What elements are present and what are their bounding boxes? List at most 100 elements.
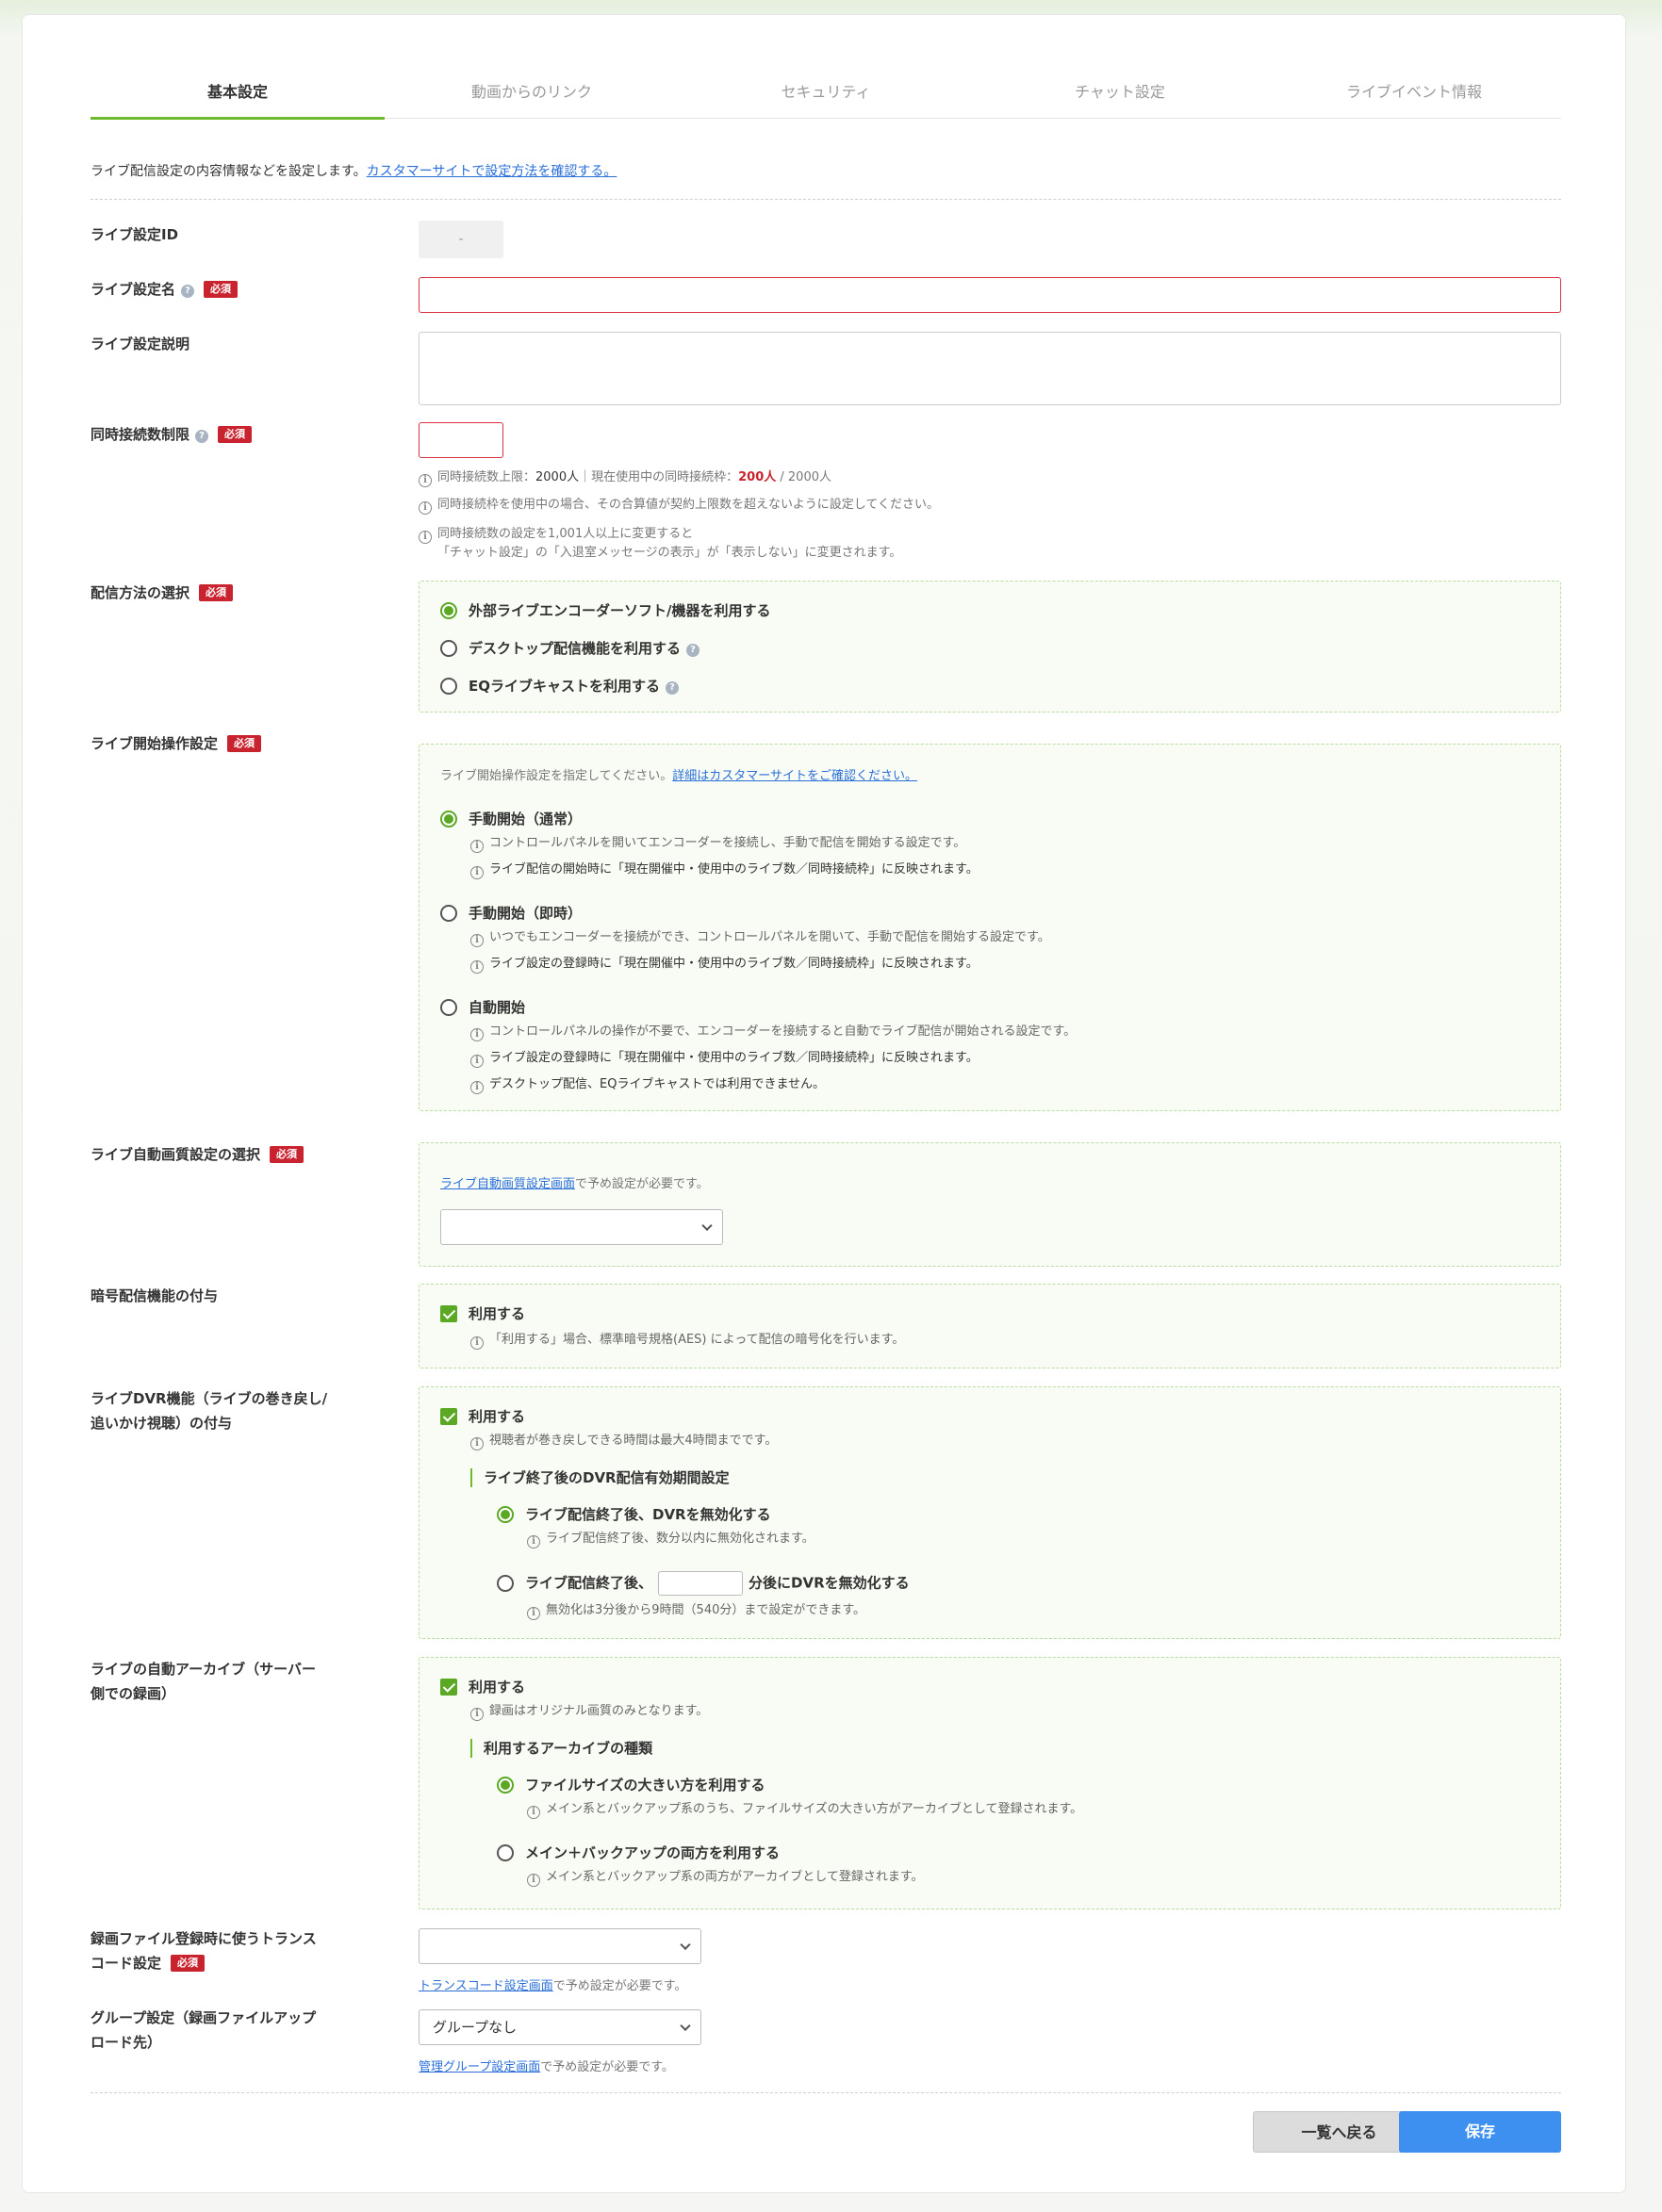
dvr-note: i 視聴者が巻き戻しできる時間は最大4時間までです。 (470, 1433, 777, 1450)
required-badge: 必須 (227, 735, 262, 752)
required-badge: 必須 (218, 426, 253, 443)
customer-site-link[interactable]: 詳細はカスタマーサイトをご確認ください。 (672, 769, 917, 783)
note-text: 無効化は3分後から9時間（540分）まで設定ができます。 (546, 1603, 866, 1617)
group-select[interactable]: グループなし (419, 2009, 701, 2045)
note-text: いつでもエンコーダーを接続ができ、コントロールパネルを開いて、手動で配信を開始す… (489, 930, 1050, 944)
info-icon: i (419, 531, 432, 544)
start-opt3-note2: i ライブ設定の登録時に「現在開催中・使用中のライブ数／同時接続枠」に反映されます… (470, 1050, 979, 1068)
concurrent-input[interactable] (419, 422, 503, 458)
radio-icon[interactable] (497, 1844, 514, 1861)
in-use-value: 200人 (738, 470, 777, 484)
transcode-lead-text: で予め設定が必要です。 (552, 1979, 687, 1993)
option-label: 手動開始（通常） (469, 811, 583, 827)
note-text: ライブ配信終了後、数分以内に無効化されます。 (546, 1532, 815, 1546)
tab-chat[interactable]: チャット設定 (973, 79, 1267, 102)
transcode-settings-link[interactable]: トランスコード設定画面 (419, 1979, 553, 1993)
method-panel: 外部ライブエンコーダーソフト/機器を利用する デスクトップ配信機能を利用する? … (419, 581, 1561, 713)
start-label: ライブ開始操作設定 必須 (91, 731, 262, 756)
start-option-auto[interactable]: 自動開始 (440, 997, 525, 1018)
method-label: 配信方法の選択 必須 (91, 581, 234, 605)
option-label: デスクトップ配信機能を利用する (469, 640, 682, 657)
option-label: EQライブキャストを利用する (469, 678, 660, 695)
method-option-eq[interactable]: EQライブキャストを利用する? (440, 676, 679, 696)
info-icon: i (470, 1336, 484, 1350)
tab-video-link[interactable]: 動画からのリンク (385, 79, 679, 102)
help-icon[interactable]: ? (666, 681, 679, 695)
encrypt-checkbox[interactable]: 利用する (440, 1303, 525, 1324)
radio-icon[interactable] (497, 1574, 514, 1592)
radio-icon[interactable] (440, 640, 457, 657)
group-settings-link[interactable]: 管理グループ設定画面 (419, 2060, 540, 2074)
archive-label: ライブの自動アーカイブ（サーバー 側での録画） (91, 1657, 316, 1706)
archive-checkbox[interactable]: 利用する (440, 1677, 525, 1697)
save-button[interactable]: 保存 (1399, 2111, 1561, 2153)
radio-icon[interactable] (440, 999, 457, 1016)
info-icon: i (470, 1437, 484, 1450)
dvr-option-minutes[interactable]: ライブ配信終了後、 分後にDVRを無効化する (497, 1571, 910, 1596)
encrypt-panel: 利用する i 「利用する」場合、標準暗号規格(AES) によって配信の暗号化を行い… (419, 1284, 1561, 1368)
intro-description: ライブ配信設定の内容情報などを設定します。 (91, 164, 367, 179)
info-icon: i (470, 960, 484, 974)
note-text: ライブ設定の登録時に「現在開催中・使用中のライブ数／同時接続枠」に反映されます。 (489, 957, 979, 971)
option-label: ライブ配信終了後、DVRを無効化する (525, 1506, 771, 1523)
transcode-select[interactable] (419, 1928, 701, 1964)
dvr-checkbox[interactable]: 利用する (440, 1406, 525, 1427)
start-option-manual[interactable]: 手動開始（通常） (440, 809, 582, 829)
archive-panel: 利用する i 録画はオリジナル画質のみとなります。 利用するアーカイブの種類 ファ… (419, 1657, 1561, 1909)
live-name-input[interactable] (419, 277, 1561, 313)
dvr-minutes-input[interactable] (658, 1571, 744, 1596)
note-text: コントロールパネルを開いてエンコーダーを接続し、手動で配信を開始する設定です。 (489, 836, 966, 850)
quality-settings-link[interactable]: ライブ自動画質設定画面 (440, 1177, 575, 1191)
start-opt3-note3: i デスクトップ配信、EQライブキャストでは利用できません。 (470, 1076, 825, 1094)
archive-option-both[interactable]: メイン＋バックアップの両方を利用する (497, 1843, 780, 1863)
start-panel: ライブ開始操作設定を指定してください。詳細はカスタマーサイトをご確認ください。 … (419, 744, 1561, 1111)
radio-selected-icon[interactable] (497, 1777, 514, 1794)
note-text: ライブ設定の登録時に「現在開催中・使用中のライブ数／同時接続枠」に反映されます。 (489, 1051, 979, 1065)
dvr-panel: 利用する i 視聴者が巻き戻しできる時間は最大4時間までです。 ライブ終了後のDV… (419, 1386, 1561, 1639)
quality-select[interactable] (440, 1209, 723, 1245)
required-badge: 必須 (204, 281, 239, 298)
method-label-text: 配信方法の選択 (91, 584, 190, 601)
tab-live-event[interactable]: ライブイベント情報 (1267, 79, 1561, 102)
checkbox-label: 利用する (469, 1679, 526, 1696)
info-icon: i (470, 866, 484, 879)
live-id-value: - (419, 221, 503, 258)
quality-label: ライブ自動画質設定の選択 必須 (91, 1142, 304, 1167)
live-desc-textarea[interactable] (419, 332, 1561, 405)
concurrent-note-limit: i 同時接続数上限：2000人｜現在使用中の同時接続枠：200人 / 2000人 (419, 469, 831, 487)
tab-active-indicator (91, 117, 385, 120)
start-option-immediate[interactable]: 手動開始（即時） (440, 903, 582, 924)
start-opt1-note2: i ライブ配信の開始時に「現在開催中・使用中のライブ数／同時接続枠」に反映されます… (470, 861, 979, 879)
radio-selected-icon[interactable] (497, 1506, 514, 1523)
concurrent-note-sum: i 同時接続枠を使用中の場合、その合算値が契約上限数を超えないように設定してくださ… (419, 497, 939, 515)
archive-label-line1: ライブの自動アーカイブ（サーバー (91, 1661, 316, 1678)
option-label: 手動開始（即時） (469, 905, 583, 922)
live-name-label: ライブ設定名? 必須 (91, 277, 239, 302)
info-icon: i (527, 1535, 540, 1548)
transcode-lead: トランスコード設定画面で予め設定が必要です。 (419, 1975, 686, 1993)
group-lead-text: で予め設定が必要です。 (540, 2060, 674, 2074)
method-option-desktop[interactable]: デスクトップ配信機能を利用する? (440, 638, 700, 659)
customer-site-link[interactable]: カスタマーサイトで設定方法を確認する。 (367, 164, 617, 179)
tab-basic[interactable]: 基本設定 (91, 79, 385, 102)
archive-option-larger[interactable]: ファイルサイズの大きい方を利用する (497, 1775, 765, 1795)
divider (91, 199, 1561, 200)
chevron-down-icon (680, 1939, 691, 1951)
required-badge: 必須 (171, 1955, 206, 1972)
tab-security[interactable]: セキュリティ (679, 79, 973, 102)
help-icon[interactable]: ? (181, 285, 195, 298)
help-icon[interactable]: ? (686, 644, 700, 657)
start-lead-text: ライブ開始操作設定を指定してください。 (440, 769, 673, 783)
checkbox-checked-icon[interactable] (440, 1408, 457, 1425)
quality-label-text: ライブ自動画質設定の選択 (91, 1146, 261, 1163)
checkbox-checked-icon[interactable] (440, 1305, 457, 1322)
radio-icon[interactable] (440, 678, 457, 695)
radio-icon[interactable] (440, 905, 457, 922)
dvr-option-disable[interactable]: ライブ配信終了後、DVRを無効化する (497, 1504, 771, 1525)
radio-selected-icon[interactable] (440, 602, 457, 619)
method-option-encoder[interactable]: 外部ライブエンコーダーソフト/機器を利用する (440, 600, 770, 621)
checkbox-checked-icon[interactable] (440, 1679, 457, 1696)
radio-selected-icon[interactable] (440, 811, 457, 827)
help-icon[interactable]: ? (195, 430, 209, 443)
encrypt-note: i 「利用する」場合、標準暗号規格(AES) によって配信の暗号化を行います。 (470, 1332, 904, 1350)
